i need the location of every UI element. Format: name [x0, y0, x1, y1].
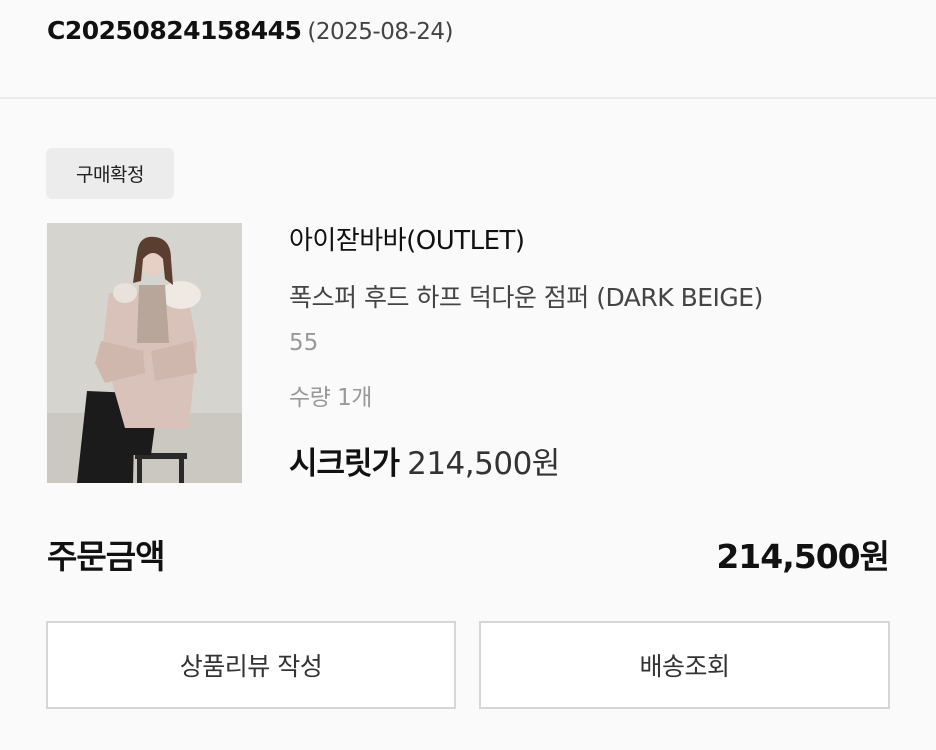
price-value: 214,500원 — [407, 446, 560, 482]
order-header: C20250824158445 (2025-08-24) — [0, 0, 936, 99]
product-name[interactable]: 폭스퍼 후드 하프 덕다운 점퍼 (DARK BEIGE) — [289, 278, 763, 314]
order-number-line: C20250824158445 (2025-08-24) — [47, 16, 454, 45]
product-image[interactable] — [47, 223, 242, 483]
total-label: 주문금액 — [47, 537, 165, 576]
status-badge: 구매확정 — [46, 148, 174, 199]
product-photo-illustration — [47, 223, 242, 483]
product-option: 55 — [289, 330, 319, 356]
write-review-button[interactable]: 상품리뷰 작성 — [46, 621, 456, 709]
order-detail-page: C20250824158445 (2025-08-24) 구매확정 아이잗바바(… — [0, 0, 936, 750]
product-quantity: 수량 1개 — [289, 385, 372, 411]
product-brand[interactable]: 아이잗바바(OUTLET) — [289, 220, 525, 257]
price-row: 시크릿가 214,500원 — [289, 438, 560, 483]
track-shipping-button[interactable]: 배송조회 — [479, 621, 890, 709]
order-number: C20250824158445 — [47, 16, 302, 45]
total-value: 214,500원 — [716, 537, 890, 576]
order-date: (2025-08-24) — [307, 19, 454, 45]
price-label: 시크릿가 — [289, 446, 400, 482]
